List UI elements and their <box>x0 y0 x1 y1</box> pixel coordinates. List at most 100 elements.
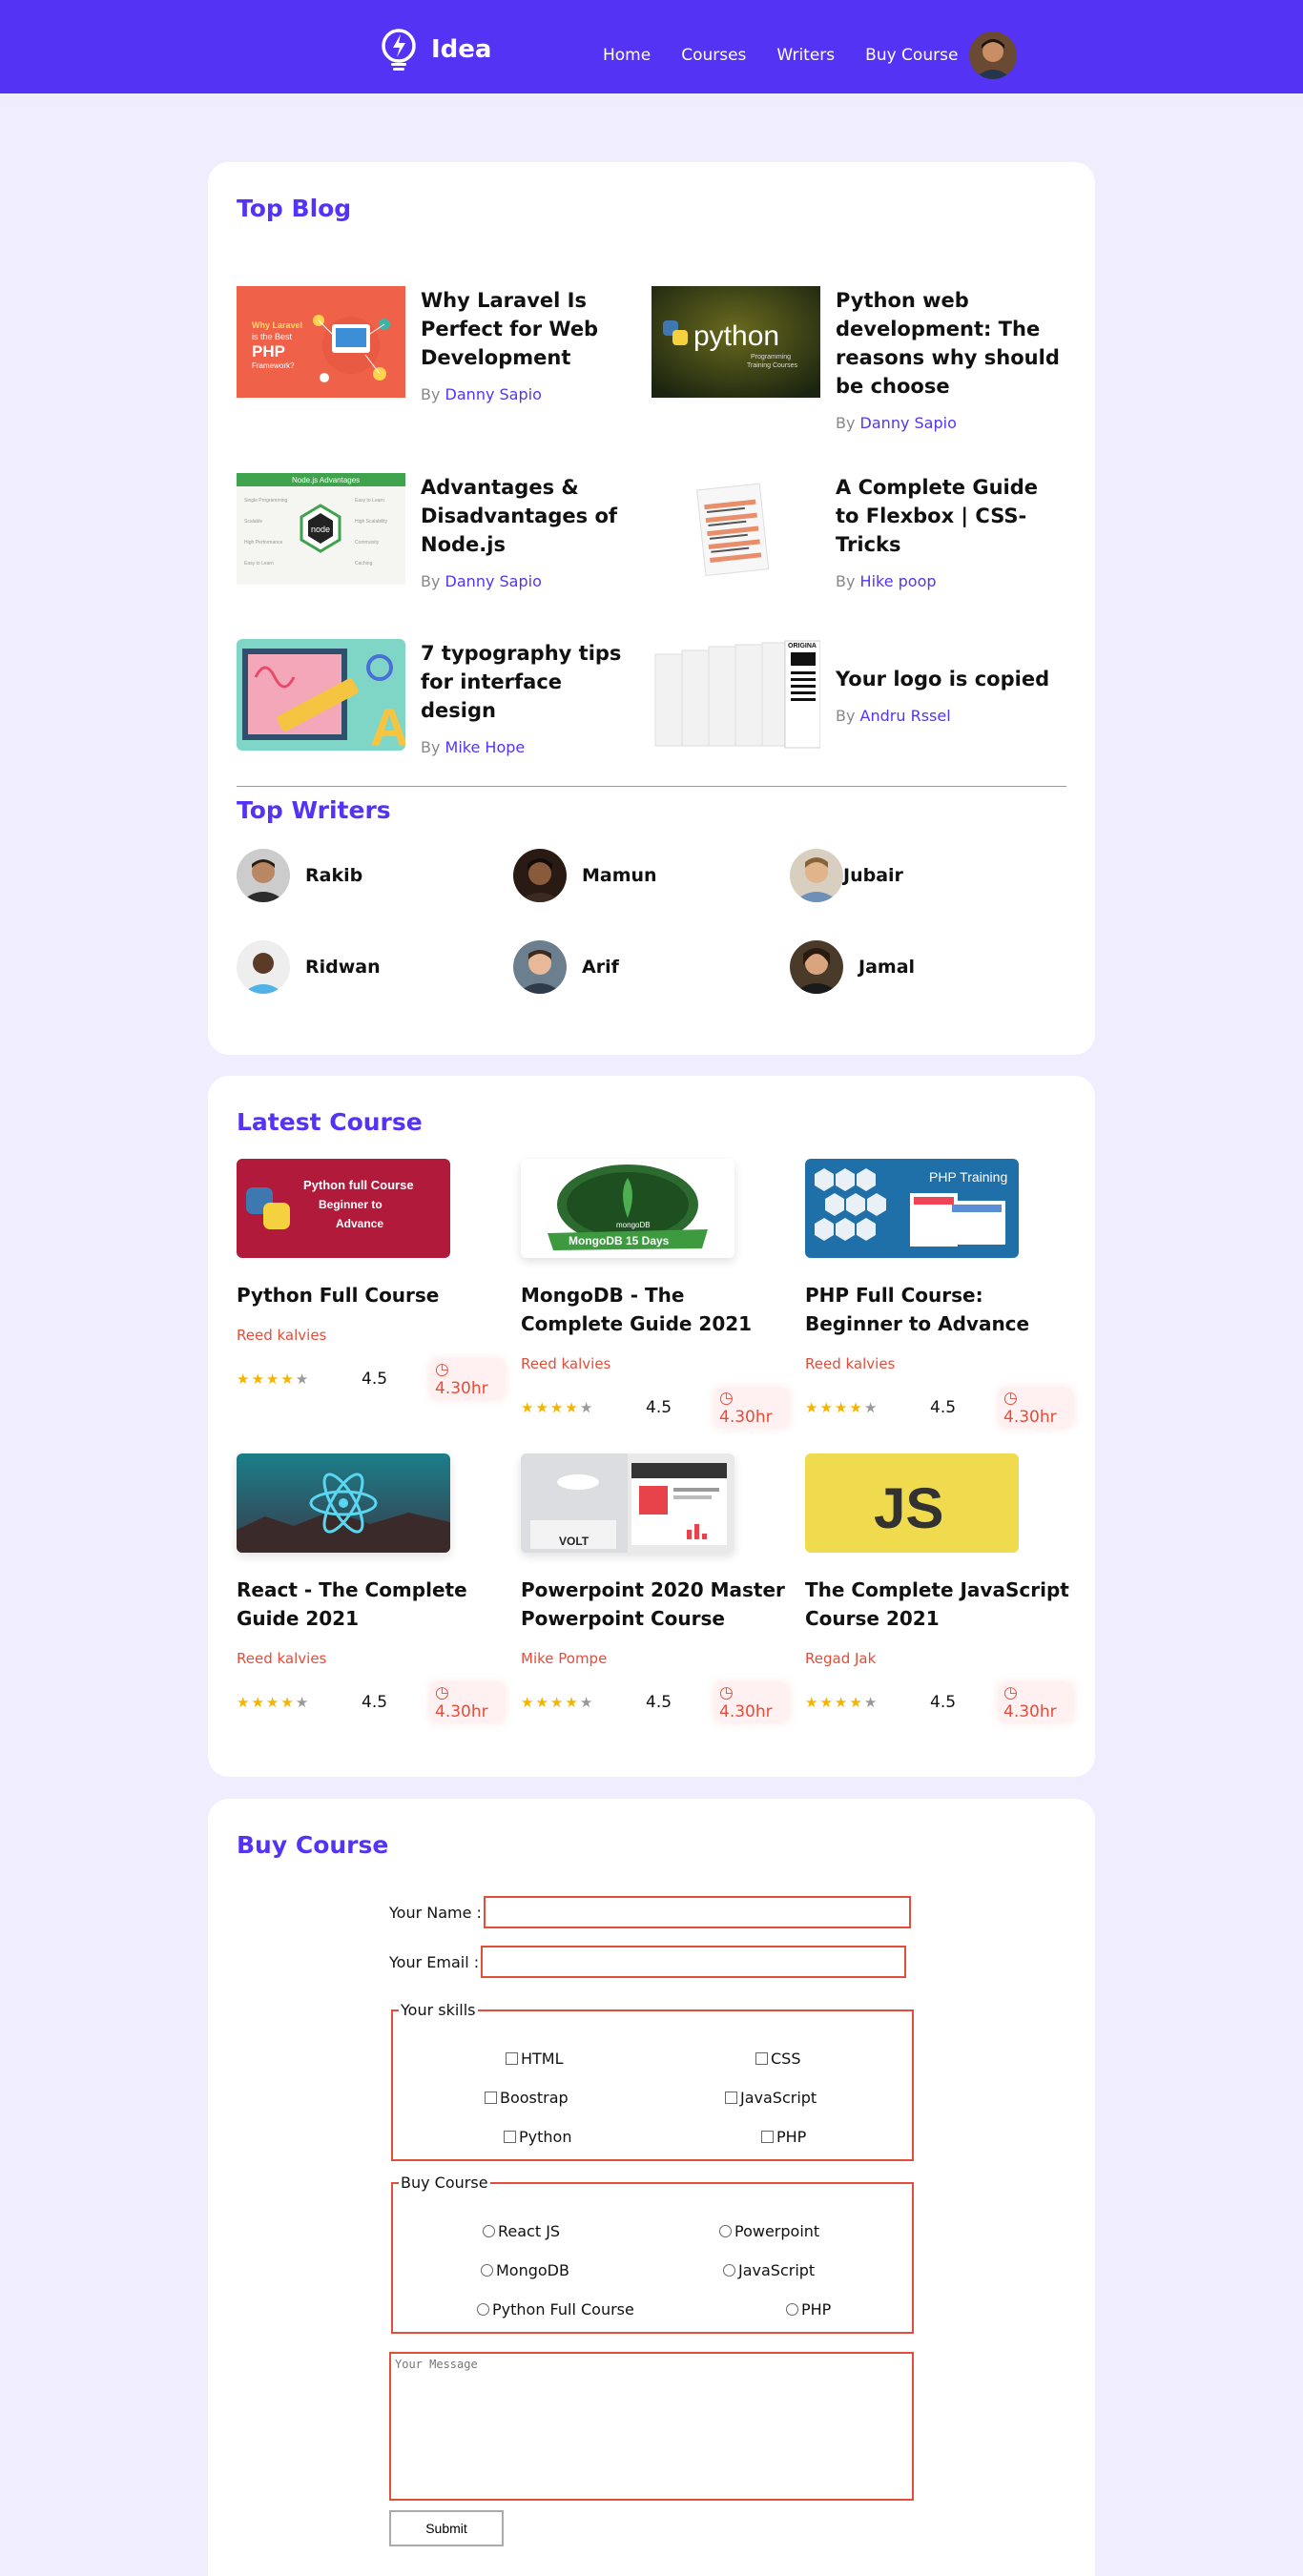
course-title[interactable]: Powerpoint 2020 Master Powerpoint Course <box>521 1576 788 1633</box>
checkbox[interactable] <box>485 2092 497 2104</box>
top-writers-title: Top Writers <box>237 796 391 824</box>
radio-button[interactable] <box>786 2303 798 2316</box>
course-option-php[interactable]: PHP <box>786 2300 831 2318</box>
course-thumbnail[interactable]: mongoDB MongoDB 15 Days <box>521 1159 734 1258</box>
blog-post[interactable]: A 7 typography tips for interface design… <box>237 639 640 756</box>
course-card[interactable]: VOLT Powerpoint 2020 Master Powerpoint C… <box>521 1453 788 1721</box>
brand[interactable]: Idea <box>380 27 491 72</box>
checkbox[interactable] <box>504 2131 516 2143</box>
course-author[interactable]: Reed kalvies <box>237 1327 504 1344</box>
course-thumbnail[interactable] <box>237 1453 450 1553</box>
course-author[interactable]: Mike Pompe <box>521 1650 788 1667</box>
course-title[interactable]: PHP Full Course: Beginner to Advance <box>805 1281 1072 1338</box>
blog-title[interactable]: A Complete Guide to Flexbox | CSS-Tricks <box>836 473 1065 559</box>
user-avatar[interactable] <box>969 31 1017 79</box>
skill-option-boostrap[interactable]: Boostrap <box>485 2089 569 2107</box>
checkbox[interactable] <box>725 2092 737 2104</box>
message-textarea[interactable] <box>389 2352 914 2501</box>
course-card[interactable]: JS The Complete JavaScript Course 2021 R… <box>805 1453 1072 1721</box>
course-thumbnail[interactable]: JS <box>805 1453 1019 1553</box>
radio-button[interactable] <box>477 2303 489 2316</box>
blog-post[interactable]: python Programming Training Courses Pyth… <box>652 286 1065 432</box>
skill-option-javascript[interactable]: JavaScript <box>725 2089 817 2107</box>
checkbox[interactable] <box>755 2052 768 2065</box>
course-option-mongodb[interactable]: MongoDB <box>481 2261 569 2279</box>
nav-link-writers[interactable]: Writers <box>776 46 835 65</box>
blog-author-link[interactable]: Hike poop <box>860 572 937 590</box>
duration-badge: ◷ 4.30hr <box>431 1360 504 1398</box>
writer-card[interactable]: Arif <box>513 940 619 994</box>
writer-card[interactable]: Mamun <box>513 849 657 902</box>
svg-text:Community: Community <box>355 540 380 546</box>
course-title[interactable]: React - The Complete Guide 2021 <box>237 1576 504 1633</box>
blog-author-link[interactable]: Mike Hope <box>445 738 526 756</box>
blog-author-link[interactable]: Andru Rssel <box>860 707 951 725</box>
blog-author-link[interactable]: Danny Sapio <box>860 414 957 432</box>
top-blog-card: Top Blog Why Laravel is the Best PHP Fra… <box>208 162 1095 1055</box>
svg-text:Scalable: Scalable <box>244 519 262 525</box>
blog-post[interactable]: ORIGINA Your logo is copied By Andru Rss… <box>652 639 1065 751</box>
writer-card[interactable]: Rakib <box>237 849 362 902</box>
writer-card[interactable]: Jubair <box>790 849 903 902</box>
radio-button[interactable] <box>723 2264 735 2277</box>
course-option-powerpoint[interactable]: Powerpoint <box>719 2222 819 2240</box>
radio-button[interactable] <box>483 2225 495 2237</box>
blog-thumbnail[interactable]: Node.js Advantages node Single Programmi… <box>237 473 405 585</box>
blog-thumbnail[interactable]: python Programming Training Courses <box>652 286 820 398</box>
blog-title[interactable]: Advantages & Disadvantages of Node.js <box>421 473 640 559</box>
nav-link-courses[interactable]: Courses <box>681 46 746 65</box>
course-author[interactable]: Regad Jak <box>805 1650 1072 1667</box>
submit-button[interactable]: Submit <box>389 2510 504 2546</box>
blog-post[interactable]: Node.js Advantages node Single Programmi… <box>237 473 640 590</box>
radio-button[interactable] <box>719 2225 732 2237</box>
skill-option-php[interactable]: PHP <box>761 2128 806 2146</box>
course-author[interactable]: Reed kalvies <box>521 1355 788 1372</box>
checkbox[interactable] <box>761 2131 774 2143</box>
course-thumbnail[interactable]: VOLT <box>521 1453 734 1553</box>
avatar <box>790 849 843 902</box>
course-title[interactable]: The Complete JavaScript Course 2021 <box>805 1576 1072 1633</box>
name-input[interactable] <box>483 1896 911 1928</box>
course-card[interactable]: PHP Training PHP Full Course: Beginner t… <box>805 1159 1072 1427</box>
skill-option-python[interactable]: Python <box>504 2128 571 2146</box>
radio-button[interactable] <box>481 2264 493 2277</box>
course-title[interactable]: MongoDB - The Complete Guide 2021 <box>521 1281 788 1338</box>
course-thumbnail[interactable]: PHP Training <box>805 1159 1019 1258</box>
blog-title[interactable]: 7 typography tips for interface design <box>421 639 640 725</box>
email-input[interactable] <box>481 1946 907 1978</box>
blog-thumbnail[interactable]: A <box>237 639 405 751</box>
svg-text:Programming: Programming <box>751 354 791 361</box>
svg-text:Easy to Learn: Easy to Learn <box>355 498 384 504</box>
blog-thumbnail[interactable] <box>652 473 820 585</box>
course-title[interactable]: Python Full Course <box>237 1281 504 1309</box>
star-rating: ★ ★ ★ ★ ★ <box>805 1399 878 1416</box>
blog-thumbnail[interactable]: ORIGINA <box>652 639 820 751</box>
writer-card[interactable]: Jamal <box>790 940 915 994</box>
star-rating: ★ ★ ★ ★ ★ <box>521 1694 593 1711</box>
blog-title[interactable]: Why Laravel Is Perfect for Web Developme… <box>421 286 640 372</box>
blog-author-link[interactable]: Danny Sapio <box>445 385 542 403</box>
blog-title[interactable]: Your logo is copied <box>836 665 1065 693</box>
checkbox[interactable] <box>506 2052 518 2065</box>
skill-option-html[interactable]: HTML <box>506 2050 564 2068</box>
course-card[interactable]: Python full Course Beginner to Advance P… <box>237 1159 504 1398</box>
nav-link-home[interactable]: Home <box>603 46 651 65</box>
course-option-javascript[interactable]: JavaScript <box>723 2261 815 2279</box>
nav-link-buy-course[interactable]: Buy Course <box>865 46 958 65</box>
blog-thumbnail[interactable]: Why Laravel is the Best PHP Framework? <box>237 286 405 398</box>
blog-author-link[interactable]: Danny Sapio <box>445 572 542 590</box>
course-author[interactable]: Reed kalvies <box>237 1650 504 1667</box>
blog-title[interactable]: Python web development: The reasons why … <box>836 286 1065 401</box>
course-thumbnail[interactable]: Python full Course Beginner to Advance <box>237 1159 450 1258</box>
course-card[interactable]: React - The Complete Guide 2021 Reed kal… <box>237 1453 504 1721</box>
blog-post[interactable]: A Complete Guide to Flexbox | CSS-Tricks… <box>652 473 1065 590</box>
course-option-react[interactable]: React JS <box>483 2222 560 2240</box>
skill-option-css[interactable]: CSS <box>755 2050 800 2068</box>
course-card[interactable]: mongoDB MongoDB 15 Days MongoDB - The Co… <box>521 1159 788 1427</box>
course-author[interactable]: Reed kalvies <box>805 1355 1072 1372</box>
writer-card[interactable]: Ridwan <box>237 940 381 994</box>
course-option-python[interactable]: Python Full Course <box>477 2300 634 2318</box>
blog-post[interactable]: Why Laravel is the Best PHP Framework? W… <box>237 286 640 403</box>
course-meta: ★ ★ ★ ★ ★ 4.5 ◷ 4.30hr <box>521 1683 788 1721</box>
star-rating: ★ ★ ★ ★ ★ <box>237 1694 309 1711</box>
